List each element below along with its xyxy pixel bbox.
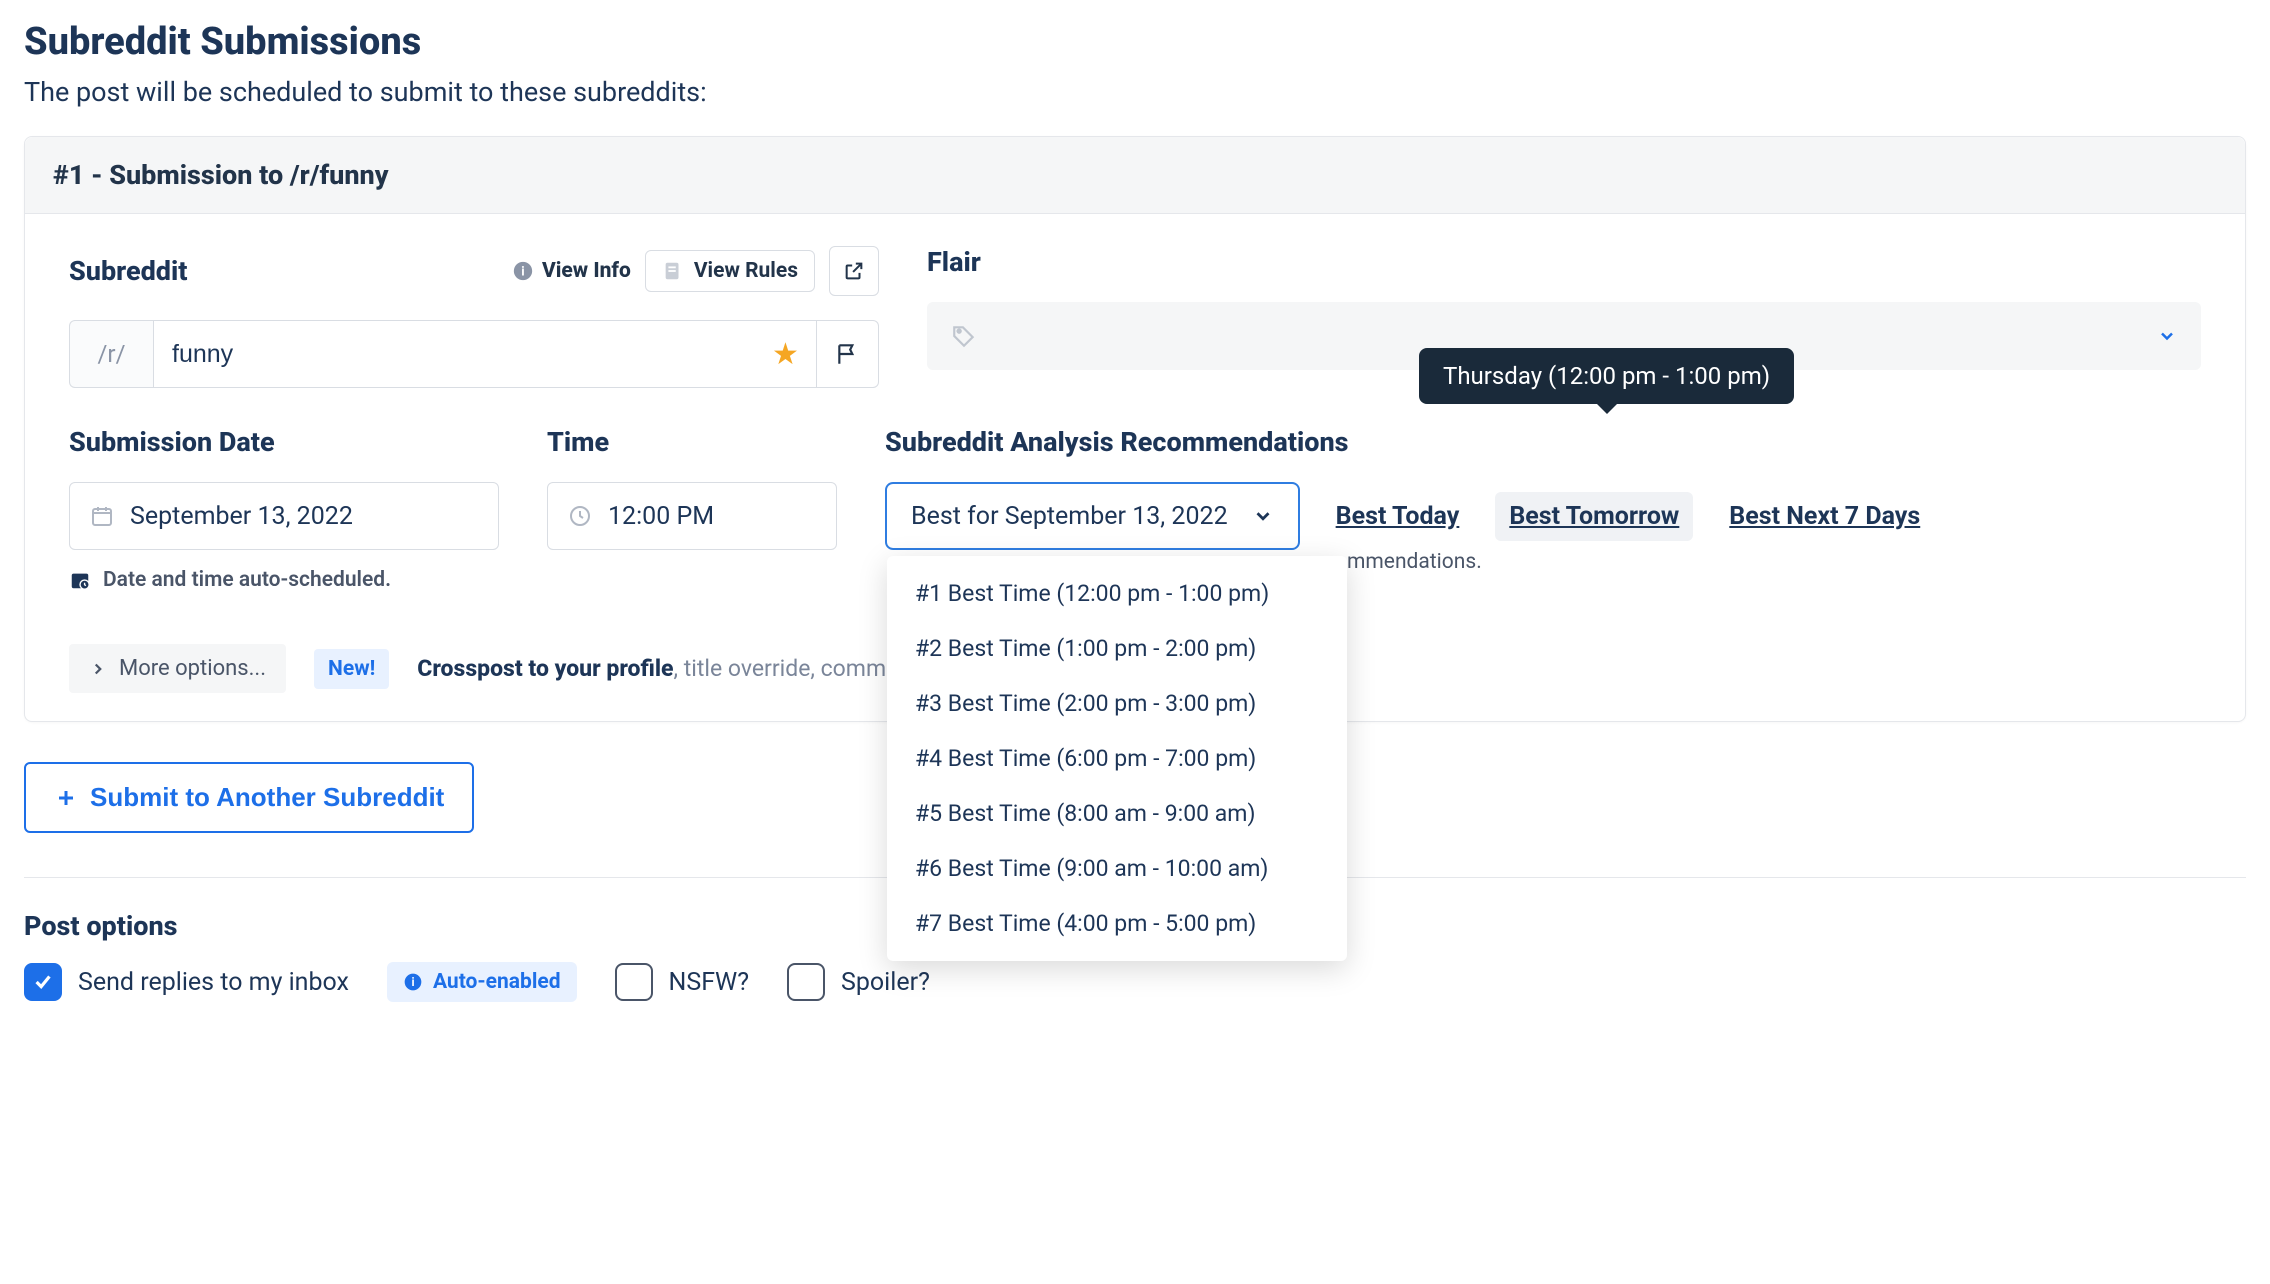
new-badge: New! (314, 649, 389, 689)
spoiler-checkbox[interactable] (787, 963, 825, 1001)
auto-enabled-badge[interactable]: i Auto-enabled (387, 962, 577, 1002)
recommendation-dropdown: #1 Best Time (12:00 pm - 1:00 pm) #2 Bes… (887, 556, 1347, 961)
spoiler-option[interactable]: Spoiler? (787, 963, 930, 1001)
page-title: Subreddit Submissions (24, 20, 2246, 64)
spoiler-label: Spoiler? (841, 968, 930, 997)
dropdown-item[interactable]: #7 Best Time (4:00 pm - 5:00 pm) (887, 896, 1347, 951)
recommendation-note-partial: ommendations. (1335, 550, 1482, 574)
recommendation-select[interactable]: Best for September 13, 2022 #1 Best Time… (885, 482, 1300, 550)
submit-another-button[interactable]: Submit to Another Subreddit (24, 762, 474, 833)
send-replies-option[interactable]: Send replies to my inbox (24, 963, 349, 1001)
subreddit-label: Subreddit (69, 255, 187, 287)
dropdown-item[interactable]: #2 Best Time (1:00 pm - 2:00 pm) (887, 621, 1347, 676)
recommendation-selected-value: Best for September 13, 2022 (911, 502, 1228, 531)
clock-icon (568, 504, 592, 528)
submit-another-label: Submit to Another Subreddit (90, 782, 444, 813)
view-info-label: View Info (542, 259, 631, 283)
svg-text:i: i (411, 975, 414, 989)
view-rules-label: View Rules (694, 259, 798, 283)
tag-icon (951, 323, 977, 349)
send-replies-checkbox[interactable] (24, 963, 62, 1001)
chevron-down-icon (1252, 505, 1274, 527)
auto-scheduled-note: Date and time auto-scheduled. (69, 568, 499, 592)
more-options-label: More options... (119, 656, 266, 681)
dropdown-item[interactable]: #4 Best Time (6:00 pm - 7:00 pm) (887, 731, 1347, 786)
view-rules-button[interactable]: View Rules (645, 250, 815, 292)
plus-icon (54, 786, 78, 810)
submission-date-input[interactable]: September 13, 2022 (69, 482, 499, 550)
flag-icon (835, 341, 861, 367)
auto-scheduled-text: Date and time auto-scheduled. (103, 568, 391, 592)
time-input[interactable]: 12:00 PM (547, 482, 837, 550)
nsfw-label: NSFW? (669, 968, 750, 997)
subreddit-input-group: /r/ ★ (69, 320, 879, 388)
star-icon: ★ (772, 337, 799, 372)
crosspost-bold: Crosspost to your profile (417, 655, 673, 682)
rules-icon (662, 260, 684, 282)
auto-enabled-label: Auto-enabled (433, 970, 561, 994)
submission-date-value: September 13, 2022 (130, 502, 353, 531)
more-options-button[interactable]: More options... (69, 644, 286, 693)
dropdown-item[interactable]: #5 Best Time (8:00 am - 9:00 am) (887, 786, 1347, 841)
best-today-link[interactable]: Best Today (1322, 492, 1474, 541)
subreddit-label-row: Subreddit i View Info View Ru (69, 246, 879, 296)
external-link-button[interactable] (829, 246, 879, 296)
flair-label: Flair (927, 246, 2201, 278)
auto-calendar-icon (69, 569, 91, 591)
nsfw-option[interactable]: NSFW? (615, 963, 750, 1001)
submission-card-header: #1 - Submission to /r/funny (25, 137, 2245, 214)
view-info-button[interactable]: i View Info (512, 259, 631, 283)
svg-text:i: i (521, 265, 524, 280)
dropdown-item[interactable]: #6 Best Time (9:00 am - 10:00 am) (887, 841, 1347, 896)
subreddit-prefix: /r/ (69, 320, 153, 388)
submission-date-label: Submission Date (69, 426, 499, 458)
send-replies-label: Send replies to my inbox (78, 968, 349, 997)
crosspost-hint: Crosspost to your profile, title overrid… (417, 655, 936, 682)
flag-button[interactable] (817, 320, 879, 388)
time-label: Time (547, 426, 837, 458)
best-tomorrow-tooltip: Thursday (12:00 pm - 1:00 pm) (1419, 348, 1794, 404)
best-next-7-days-link[interactable]: Best Next 7 Days (1715, 492, 1934, 541)
submission-card-body: Subreddit i View Info View Ru (25, 214, 2245, 721)
nsfw-checkbox[interactable] (615, 963, 653, 1001)
chevron-down-icon (2157, 326, 2177, 346)
time-value: 12:00 PM (608, 502, 714, 531)
subreddit-input[interactable] (153, 320, 755, 388)
page-subtitle: The post will be scheduled to submit to … (24, 76, 2246, 108)
best-tomorrow-link[interactable]: Best Tomorrow (1495, 492, 1693, 541)
submission-card: #1 - Submission to /r/funny Subreddit i … (24, 136, 2246, 722)
dropdown-item[interactable]: #3 Best Time (2:00 pm - 3:00 pm) (887, 676, 1347, 731)
chevron-right-icon (89, 660, 107, 678)
info-icon: i (512, 260, 534, 282)
info-icon: i (403, 972, 423, 992)
calendar-icon (90, 504, 114, 528)
dropdown-item[interactable]: #1 Best Time (12:00 pm - 1:00 pm) (887, 566, 1347, 621)
favorite-button[interactable]: ★ (755, 320, 817, 388)
recommendations-label: Subreddit Analysis Recommendations (885, 426, 2201, 458)
external-link-icon (843, 260, 865, 282)
